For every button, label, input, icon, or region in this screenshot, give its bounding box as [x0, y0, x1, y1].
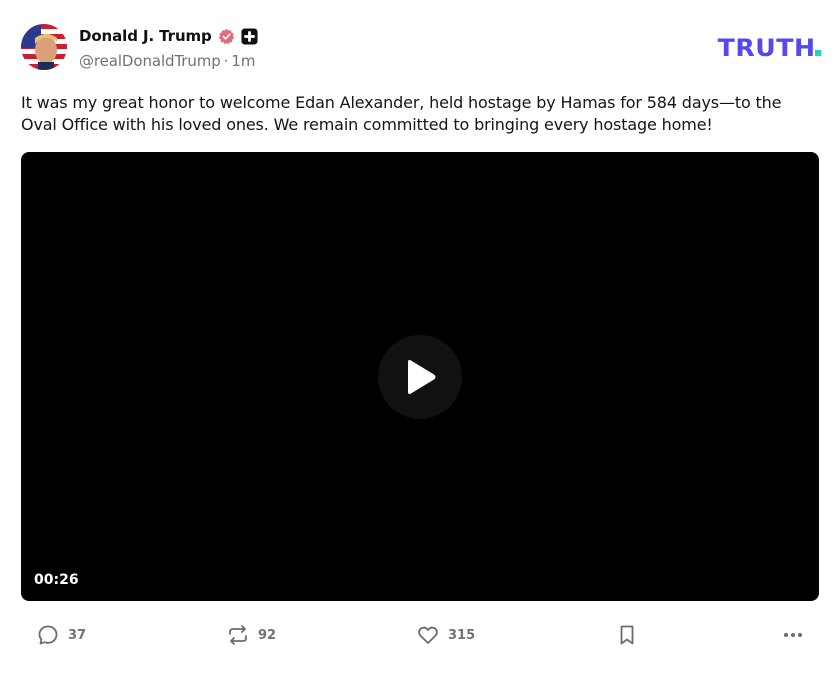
reply-count: 37	[68, 627, 87, 643]
truth-logo-dot	[815, 50, 821, 56]
more-horizontal-icon	[784, 633, 802, 637]
post-timestamp[interactable]: 1m	[231, 52, 255, 70]
bookmark-icon	[620, 625, 634, 645]
play-button[interactable]	[378, 335, 462, 419]
retruth-button[interactable]: 92	[226, 620, 276, 650]
reply-icon	[38, 625, 58, 645]
like-count: 315	[448, 627, 476, 643]
verified-badge-icon	[218, 28, 234, 44]
plus-badge-icon	[241, 27, 258, 45]
retruth-count: 92	[258, 627, 277, 643]
more-options-button[interactable]	[781, 620, 805, 650]
video-duration: 00:26	[34, 572, 79, 588]
heart-icon	[418, 626, 438, 644]
author-display-name[interactable]: Donald J. Trump	[79, 27, 212, 45]
author-name-row: Donald J. Trump	[79, 26, 258, 46]
retruth-icon	[229, 625, 247, 645]
truth-logo: TRUTH	[717, 34, 821, 62]
bookmark-button[interactable]	[615, 620, 639, 650]
avatar[interactable]	[21, 24, 67, 70]
play-icon	[408, 360, 436, 394]
post-body-text: It was my great honor to welcome Edan Al…	[21, 93, 782, 134]
like-button[interactable]: 315	[416, 620, 475, 650]
video-player[interactable]: 00:26	[21, 152, 819, 601]
reply-button[interactable]: 37	[36, 620, 86, 650]
author-meta: @realDonaldTrump · 1m	[79, 52, 255, 70]
post-actions-bar: 37 92 315	[21, 620, 821, 650]
author-handle[interactable]: @realDonaldTrump	[79, 52, 221, 70]
truth-logo-text: TRUTH	[717, 34, 816, 62]
post-header: Donald J. Trump @realDonaldTrump · 1m TRUT…	[21, 24, 821, 74]
meta-separator: ·	[223, 52, 229, 70]
